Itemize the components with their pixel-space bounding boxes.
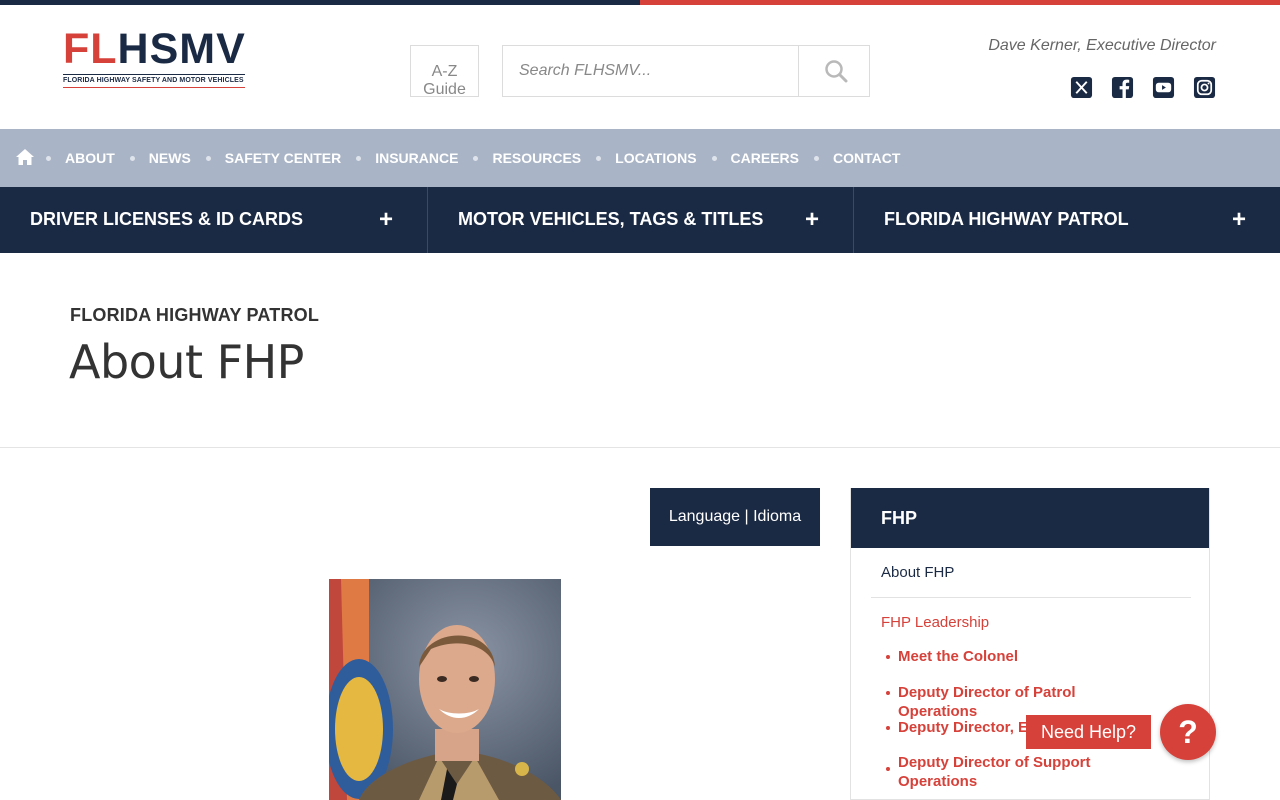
utility-link-insurance[interactable]: INSURANCE bbox=[375, 150, 458, 166]
utility-link-about[interactable]: ABOUT bbox=[65, 150, 115, 166]
page-kicker: FLORIDA HIGHWAY PATROL bbox=[70, 305, 320, 325]
utility-nav-item-safety-center: SAFETY CENTER bbox=[205, 150, 356, 166]
az-guide-line2: Guide bbox=[423, 81, 466, 98]
colonel-portrait bbox=[329, 579, 561, 800]
sidebar-link-label: Meet the Colonel bbox=[898, 648, 1019, 665]
instagram-icon[interactable] bbox=[1193, 76, 1216, 99]
logo-wordmark: FLHSMV bbox=[63, 28, 246, 71]
page-title: About FHP bbox=[69, 335, 304, 389]
utility-nav-item-news: NEWS bbox=[129, 150, 206, 166]
sidebar-link-fhp-leadership[interactable]: FHP Leadership bbox=[881, 614, 989, 631]
expand-plus-icon: + bbox=[804, 206, 819, 233]
social-links bbox=[1070, 76, 1216, 99]
az-guide-line1: A-Z bbox=[431, 63, 458, 80]
utility-nav-item-insurance: INSURANCE bbox=[356, 150, 473, 166]
sidebar-link-meet-the-colonel[interactable]: Meet the Colonel bbox=[886, 647, 1146, 666]
main-nav-label: DRIVER LICENSES & ID CARDS bbox=[30, 209, 304, 229]
main-nav: DRIVER LICENSES & ID CARDS + MOTOR VEHIC… bbox=[0, 187, 1280, 253]
separator-dot bbox=[596, 155, 602, 161]
search-box bbox=[502, 45, 870, 97]
utility-link-careers[interactable]: CAREERS bbox=[731, 150, 799, 166]
separator-dot bbox=[711, 155, 717, 161]
search-input[interactable] bbox=[503, 46, 799, 96]
help-question-icon[interactable]: ? bbox=[1160, 704, 1216, 760]
bullet-dot bbox=[886, 726, 890, 730]
separator-dot bbox=[129, 155, 135, 161]
utility-link-safety-center[interactable]: SAFETY CENTER bbox=[225, 150, 341, 166]
site-header: FLHSMV FLORIDA HIGHWAY SAFETY AND MOTOR … bbox=[0, 5, 1280, 129]
utility-link-resources[interactable]: RESOURCES bbox=[492, 150, 581, 166]
separator-dot bbox=[473, 155, 479, 161]
utility-nav-item-resources: RESOURCES bbox=[473, 150, 596, 166]
flhsmv-logo[interactable]: FLHSMV FLORIDA HIGHWAY SAFETY AND MOTOR … bbox=[63, 28, 246, 95]
separator-dot bbox=[46, 155, 51, 161]
portrait-image bbox=[329, 579, 561, 800]
home-icon[interactable] bbox=[15, 148, 35, 166]
section-sidebar: FHP About FHP FHP Leadership Meet the Co… bbox=[850, 488, 1210, 800]
logo-tagline: FLORIDA HIGHWAY SAFETY AND MOTOR VEHICLE… bbox=[63, 74, 245, 84]
search-button[interactable] bbox=[798, 46, 870, 96]
separator-dot bbox=[356, 155, 362, 161]
utility-link-locations[interactable]: LOCATIONS bbox=[615, 150, 696, 166]
x-icon[interactable] bbox=[1070, 76, 1093, 99]
main-nav-label: MOTOR VEHICLES, TAGS & TITLES bbox=[458, 209, 764, 229]
bullet-dot bbox=[886, 691, 890, 695]
utility-link-contact[interactable]: CONTACT bbox=[833, 150, 900, 166]
sidebar-heading: FHP bbox=[851, 488, 1209, 548]
separator-dot bbox=[205, 155, 211, 161]
utility-nav-item-contact: CONTACT bbox=[814, 150, 915, 166]
search-icon bbox=[825, 60, 848, 83]
utility-nav-item-about: ABOUT bbox=[46, 150, 130, 166]
logo-hsmv: HSMV bbox=[117, 25, 246, 73]
main-nav-highway-patrol[interactable]: FLORIDA HIGHWAY PATROL + bbox=[854, 187, 1280, 253]
page-hero: FLORIDA HIGHWAY PATROL About FHP bbox=[0, 253, 1280, 448]
sidebar-link-label: Deputy Director of Support Operations bbox=[898, 754, 1091, 790]
executive-director: Dave Kerner, Executive Director bbox=[988, 37, 1216, 54]
expand-plus-icon: + bbox=[1231, 206, 1246, 233]
utility-nav-item-locations: LOCATIONS bbox=[596, 150, 711, 166]
sidebar-divider bbox=[871, 597, 1191, 598]
need-help-button[interactable]: Need Help? bbox=[1026, 715, 1151, 749]
az-guide-button[interactable]: A-Z Guide bbox=[410, 45, 479, 98]
separator-dot bbox=[814, 155, 820, 161]
logo-rule bbox=[63, 87, 245, 88]
main-nav-motor-vehicles[interactable]: MOTOR VEHICLES, TAGS & TITLES + bbox=[428, 187, 854, 253]
facebook-icon[interactable] bbox=[1111, 76, 1134, 99]
utility-nav-item-careers: CAREERS bbox=[711, 150, 814, 166]
expand-plus-icon: + bbox=[378, 206, 393, 233]
logo-fl: FL bbox=[63, 25, 118, 73]
sidebar-link-support-operations[interactable]: Deputy Director of Support Operations bbox=[886, 753, 1146, 791]
language-button[interactable]: Language | Idioma bbox=[650, 488, 820, 546]
utility-nav-list: ABOUT NEWS SAFETY CENTER INSURANCE RESOU… bbox=[46, 129, 915, 187]
main-nav-driver-licenses[interactable]: DRIVER LICENSES & ID CARDS + bbox=[0, 187, 428, 253]
utility-nav: ABOUT NEWS SAFETY CENTER INSURANCE RESOU… bbox=[0, 129, 1280, 187]
bullet-dot bbox=[886, 767, 890, 771]
main-nav-label: FLORIDA HIGHWAY PATROL bbox=[884, 209, 1129, 229]
utility-link-news[interactable]: NEWS bbox=[149, 150, 191, 166]
sidebar-link-about-fhp[interactable]: About FHP bbox=[881, 564, 954, 581]
youtube-icon[interactable] bbox=[1152, 76, 1175, 99]
bullet-dot bbox=[886, 655, 890, 659]
